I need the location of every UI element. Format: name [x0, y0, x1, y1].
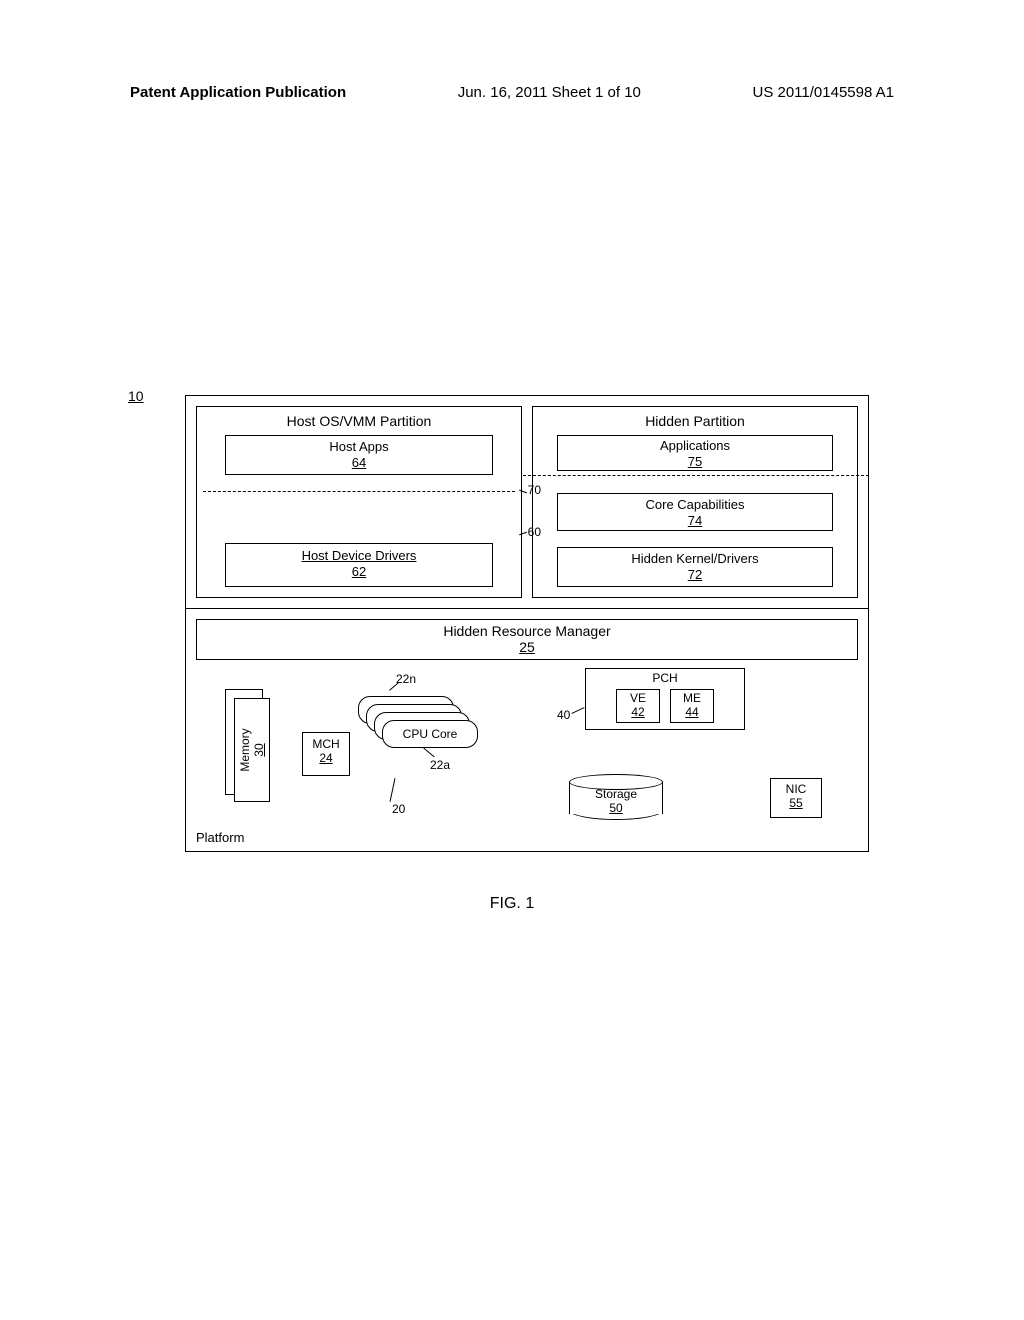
nic-label: NIC: [771, 782, 821, 796]
leader-20: [390, 778, 396, 802]
leader-40: [571, 707, 584, 714]
leader-70: [519, 490, 527, 494]
host-drivers-box: Host Device Drivers 62: [225, 543, 493, 587]
ref-22a: 22a: [430, 758, 450, 772]
page-header: Patent Application Publication Jun. 16, …: [0, 84, 1024, 101]
ref-22n: 22n: [396, 672, 416, 686]
hidden-apps-box: Applications 75: [557, 435, 833, 471]
storage-ref: 50: [570, 801, 662, 815]
pch-label: PCH: [586, 671, 744, 685]
ve-label: VE: [617, 691, 659, 705]
hidden-resource-manager-box: Hidden Resource Manager 25: [196, 619, 858, 660]
core-capabilities-box: Core Capabilities 74: [557, 493, 833, 531]
nic-box: NIC 55: [770, 778, 822, 818]
header-left: Patent Application Publication: [130, 84, 346, 101]
hidden-partition-title: Hidden Partition: [539, 413, 851, 429]
host-apps-ref: 64: [226, 455, 492, 471]
hw-left: Memory 30 MCH 24 CPU Core 22n 22a: [196, 668, 519, 832]
platform-label: Platform: [196, 830, 244, 845]
leader-22n: [389, 682, 399, 690]
leader-60: [519, 532, 527, 536]
core-cap-ref: 74: [558, 513, 832, 529]
hidden-partition: Hidden Partition Applications 75 Core Ca…: [532, 406, 858, 598]
memory-box: Memory 30: [234, 698, 270, 802]
pch-box: PCH VE 42 ME 44: [585, 668, 745, 730]
host-partition: Host OS/VMM Partition Host Apps 64 Host …: [196, 406, 522, 598]
nic-ref: 55: [771, 796, 821, 810]
figure-caption: FIG. 1: [0, 895, 1024, 913]
ref-40: 40: [557, 708, 570, 722]
system-diagram: Host OS/VMM Partition Host Apps 64 Host …: [185, 395, 869, 852]
storage-top-ellipse: [569, 774, 663, 790]
me-label: ME: [671, 691, 713, 705]
platform-frame: Hidden Resource Manager 25 Memory 30 MCH…: [185, 608, 869, 852]
ve-ref: 42: [617, 705, 659, 719]
hrm-label: Hidden Resource Manager: [197, 623, 857, 639]
memory-text: Memory 30: [238, 728, 266, 771]
hrm-ref: 25: [197, 639, 857, 655]
mch-ref: 24: [303, 751, 349, 765]
core-cap-label: Core Capabilities: [558, 497, 832, 513]
host-apps-label: Host Apps: [226, 439, 492, 455]
host-apps-box: Host Apps 64: [225, 435, 493, 475]
host-partition-title: Host OS/VMM Partition: [203, 413, 515, 429]
host-drivers-label: Host Device Drivers: [226, 548, 492, 564]
partitions-row: Host OS/VMM Partition Host Apps 64 Host …: [185, 395, 869, 608]
header-right: US 2011/0145598 A1: [752, 84, 894, 101]
memory-ref: 30: [252, 743, 266, 756]
mch-box: MCH 24: [302, 732, 350, 776]
memory-label: Memory: [238, 728, 252, 771]
kernel-ref: 72: [558, 567, 832, 583]
me-box: ME 44: [670, 689, 714, 723]
kernel-label: Hidden Kernel/Drivers: [558, 551, 832, 567]
host-drivers-ref: 62: [226, 564, 492, 580]
me-ref: 44: [671, 705, 713, 719]
cpu-stack: CPU Core: [358, 696, 488, 756]
ref-10: 10: [128, 388, 144, 404]
dashed-divider-70: [523, 475, 869, 476]
hidden-kernel-box: Hidden Kernel/Drivers 72: [557, 547, 833, 587]
dashed-divider-60: [203, 491, 515, 492]
hidden-apps-label: Applications: [558, 438, 832, 454]
hidden-apps-ref: 75: [558, 454, 832, 470]
hardware-row: Memory 30 MCH 24 CPU Core 22n 22a: [196, 668, 858, 832]
hw-right: PCH VE 42 ME 44 40: [535, 668, 858, 832]
cpu-core-front: CPU Core: [382, 720, 478, 748]
ref-20: 20: [392, 802, 405, 816]
ve-box: VE 42: [616, 689, 660, 723]
header-middle: Jun. 16, 2011 Sheet 1 of 10: [458, 84, 641, 101]
mch-label: MCH: [303, 737, 349, 751]
storage-cylinder: Storage 50: [569, 774, 663, 820]
